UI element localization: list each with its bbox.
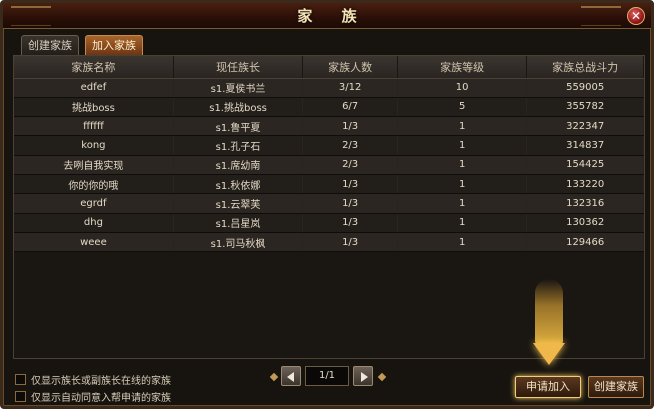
table-row[interactable]: 挑战boss s1.挑战boss 6/7 5 355782 — [14, 97, 644, 118]
cell-leader: s1.挑战boss — [173, 97, 304, 118]
cell-leader: s1.鲁平夏 — [173, 116, 304, 137]
header-leader[interactable]: 现任族长 — [173, 56, 304, 79]
title-bar: 家 族 ✕ — [3, 3, 651, 29]
cell-family-name: 去咧自我实现 — [14, 155, 174, 175]
auto-accept-checkbox[interactable] — [15, 391, 26, 402]
cell-level: 1 — [397, 193, 528, 214]
cell-leader: s1.秋依娜 — [173, 174, 304, 195]
header-power[interactable]: 家族总战斗力 — [526, 56, 644, 79]
cell-power: 132316 — [526, 193, 644, 214]
cell-power: 559005 — [526, 78, 644, 98]
cell-members: 6/7 — [302, 97, 398, 118]
title-ornament-right — [581, 6, 621, 26]
filter-options: 仅显示族长或副族长在线的家族 仅显示自动同意入帮申请的家族 — [15, 371, 171, 405]
cell-members: 1/3 — [302, 174, 398, 195]
cell-family-name: kong — [14, 135, 174, 156]
cell-power: 314837 — [526, 135, 644, 156]
cell-leader: s1.席幼南 — [173, 155, 304, 175]
cell-level: 5 — [397, 97, 528, 118]
filter-label: 仅显示族长或副族长在线的家族 — [31, 376, 171, 387]
table-row[interactable]: egrdf s1.云翠芙 1/3 1 132316 — [14, 193, 644, 214]
filter-label: 仅显示自动同意入帮申请的家族 — [31, 393, 171, 404]
cell-level: 1 — [397, 232, 528, 253]
table-row[interactable]: 去咧自我实现 s1.席幼南 2/3 1 154425 — [14, 155, 644, 175]
next-page-button[interactable] — [353, 366, 373, 386]
family-window: 家 族 ✕ 创建家族 加入家族 家族名称 现任族长 家族人数 家族等级 家族总战… — [0, 0, 654, 409]
cell-power: 130362 — [526, 213, 644, 233]
cell-leader: s1.吕星岚 — [173, 213, 304, 233]
table-header-row: 家族名称 现任族长 家族人数 家族等级 家族总战斗力 — [14, 56, 644, 79]
table-row[interactable]: kong s1.孔子石 2/3 1 314837 — [14, 135, 644, 156]
cell-level: 1 — [397, 213, 528, 233]
cell-leader: s1.司马秋枫 — [173, 232, 304, 253]
cell-members: 3/12 — [302, 78, 398, 98]
cell-leader: s1.云翠芙 — [173, 193, 304, 214]
pager-ornament-right — [377, 372, 387, 382]
cell-leader: s1.夏侯书兰 — [173, 78, 304, 98]
cell-members: 2/3 — [302, 155, 398, 175]
arrow-down-icon — [533, 343, 565, 365]
header-family-name[interactable]: 家族名称 — [14, 56, 174, 79]
table-row[interactable]: 你的你的哦 s1.秋依娜 1/3 1 133220 — [14, 174, 644, 195]
prev-page-button[interactable] — [281, 366, 301, 386]
cell-members: 1/3 — [302, 232, 398, 253]
filter-auto-accept[interactable]: 仅显示自动同意入帮申请的家族 — [15, 388, 171, 405]
cell-level: 1 — [397, 116, 528, 137]
table-row[interactable]: ffffff s1.鲁平夏 1/3 1 322347 — [14, 116, 644, 137]
family-table: 家族名称 现任族长 家族人数 家族等级 家族总战斗力 edfef s1.夏侯书兰… — [14, 56, 644, 253]
cell-members: 1/3 — [302, 116, 398, 137]
cell-power: 355782 — [526, 97, 644, 118]
window-title: 家 族 — [297, 7, 369, 25]
header-level[interactable]: 家族等级 — [397, 56, 528, 79]
header-members[interactable]: 家族人数 — [302, 56, 398, 79]
cell-level: 1 — [397, 135, 528, 156]
cell-leader: s1.孔子石 — [173, 135, 304, 156]
cell-members: 1/3 — [302, 213, 398, 233]
table-row[interactable]: dhg s1.吕星岚 1/3 1 130362 — [14, 213, 644, 233]
cell-family-name: weee — [14, 232, 174, 253]
cell-level: 1 — [397, 155, 528, 175]
cell-family-name: 挑战boss — [14, 97, 174, 118]
cell-family-name: 你的你的哦 — [14, 174, 174, 195]
cell-power: 322347 — [526, 116, 644, 137]
cell-family-name: ffffff — [14, 116, 174, 137]
cell-power: 133220 — [526, 174, 644, 195]
table-row[interactable]: weee s1.司马秋枫 1/3 1 129466 — [14, 232, 644, 253]
cell-level: 1 — [397, 174, 528, 195]
page-indicator: 1/1 — [305, 366, 349, 386]
title-ornament-left — [11, 6, 51, 26]
leader-online-checkbox[interactable] — [15, 374, 26, 385]
table-row[interactable]: edfef s1.夏侯书兰 3/12 10 559005 — [14, 78, 644, 98]
close-button[interactable]: ✕ — [627, 7, 645, 25]
cell-level: 10 — [397, 78, 528, 98]
tab-create-family[interactable]: 创建家族 — [21, 35, 79, 55]
close-icon: ✕ — [630, 9, 642, 23]
filter-leader-online[interactable]: 仅显示族长或副族长在线的家族 — [15, 371, 171, 388]
cell-family-name: dhg — [14, 213, 174, 233]
cell-power: 154425 — [526, 155, 644, 175]
cell-power: 129466 — [526, 232, 644, 253]
cell-family-name: edfef — [14, 78, 174, 98]
tab-join-family[interactable]: 加入家族 — [85, 35, 143, 55]
highlight-glow — [535, 279, 563, 345]
create-family-button[interactable]: 创建家族 — [588, 376, 644, 398]
apply-join-button[interactable]: 申请加入 — [515, 376, 581, 398]
cell-members: 2/3 — [302, 135, 398, 156]
pager-ornament-left — [269, 372, 279, 382]
cell-members: 1/3 — [302, 193, 398, 214]
cell-family-name: egrdf — [14, 193, 174, 214]
